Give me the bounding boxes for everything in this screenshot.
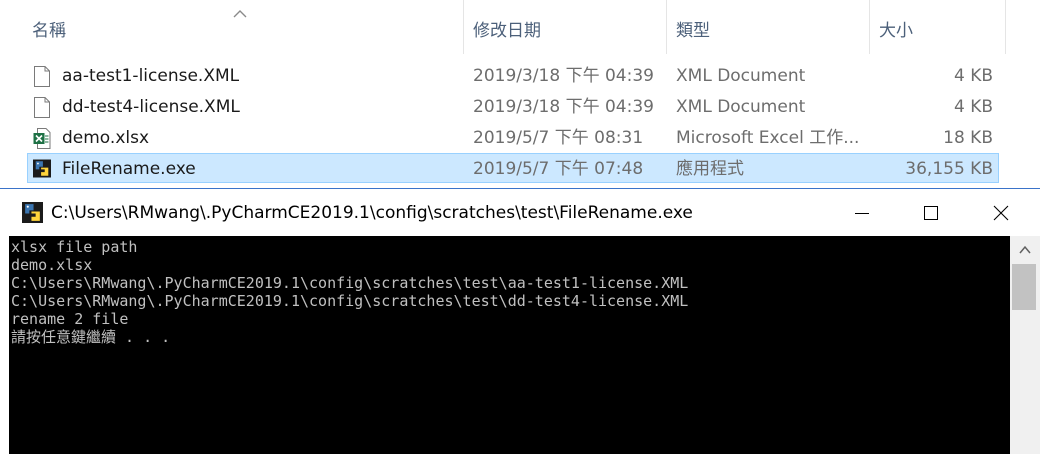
close-button[interactable]	[966, 189, 1036, 236]
file-row[interactable]: aa-test1-license.XML 2019/3/18 下午 04:39 …	[27, 61, 999, 91]
file-type: XML Document	[676, 66, 806, 86]
file-name: aa-test1-license.XML	[62, 66, 240, 86]
file-row[interactable]: dd-test4-license.XML 2019/3/18 下午 04:39 …	[27, 92, 999, 122]
file-name: FileRename.exe	[62, 159, 196, 179]
column-header-name[interactable]: 名稱	[24, 0, 464, 54]
file-modified: 2019/5/7 下午 07:48	[473, 159, 644, 179]
file-type: 應用程式	[676, 159, 744, 179]
python-exe-icon	[33, 159, 51, 178]
xml-file-icon	[34, 97, 50, 118]
chevron-up-icon	[1019, 245, 1031, 254]
file-type: XML Document	[676, 97, 806, 117]
maximize-icon	[924, 206, 938, 220]
file-row-selected[interactable]: FileRename.exe 2019/5/7 下午 07:48 應用程式 36…	[27, 153, 999, 183]
console-title-bar[interactable]: C:\Users\RMwang\.PyCharmCE2019.1\config\…	[0, 189, 1040, 236]
scroll-up-button[interactable]	[1010, 236, 1040, 264]
file-name: dd-test4-license.XML	[62, 97, 240, 117]
close-icon	[993, 205, 1009, 221]
column-header-type[interactable]: 類型	[668, 0, 870, 54]
file-name: demo.xlsx	[62, 128, 150, 148]
file-modified: 2019/3/18 下午 04:39	[473, 97, 654, 117]
file-size: 4 KB	[953, 66, 993, 86]
file-size: 4 KB	[953, 97, 993, 117]
console-line: C:\Users\RMwang\.PyCharmCE2019.1\config\…	[11, 292, 689, 310]
maximize-button[interactable]	[896, 189, 966, 236]
scrollbar-thumb[interactable]	[1012, 264, 1036, 310]
column-header-row: 名稱 修改日期 類型 大小	[0, 0, 1040, 54]
file-size: 18 KB	[943, 128, 993, 148]
file-modified: 2019/5/7 下午 08:31	[473, 128, 644, 148]
file-modified: 2019/3/18 下午 04:39	[473, 66, 654, 86]
excel-file-icon	[33, 128, 51, 149]
vertical-scrollbar[interactable]	[1010, 236, 1040, 454]
console-line: C:\Users\RMwang\.PyCharmCE2019.1\config\…	[11, 274, 689, 292]
minimize-button[interactable]	[827, 189, 897, 236]
console-window: C:\Users\RMwang\.PyCharmCE2019.1\config\…	[0, 188, 1040, 454]
console-output[interactable]: xlsx file path demo.xlsx C:\Users\RMwang…	[9, 236, 1010, 454]
file-explorer-list: 名稱 修改日期 類型 大小 aa-test1-license.XML 2019/…	[0, 0, 1040, 195]
file-size: 36,155 KB	[905, 159, 993, 179]
window-title: C:\Users\RMwang\.PyCharmCE2019.1\config\…	[51, 203, 693, 223]
column-header-size[interactable]: 大小	[871, 0, 1006, 54]
console-line: xlsx file path	[11, 238, 138, 256]
console-line: rename 2 file	[11, 310, 129, 328]
minimize-icon	[855, 213, 869, 214]
console-line: demo.xlsx	[11, 256, 93, 274]
file-row[interactable]: demo.xlsx 2019/5/7 下午 08:31 Microsoft Ex…	[27, 123, 999, 153]
xml-file-icon	[34, 66, 50, 87]
column-header-modified[interactable]: 修改日期	[465, 0, 667, 54]
python-exe-icon	[22, 202, 43, 223]
console-line: 請按任意鍵繼續 . . .	[11, 328, 171, 346]
